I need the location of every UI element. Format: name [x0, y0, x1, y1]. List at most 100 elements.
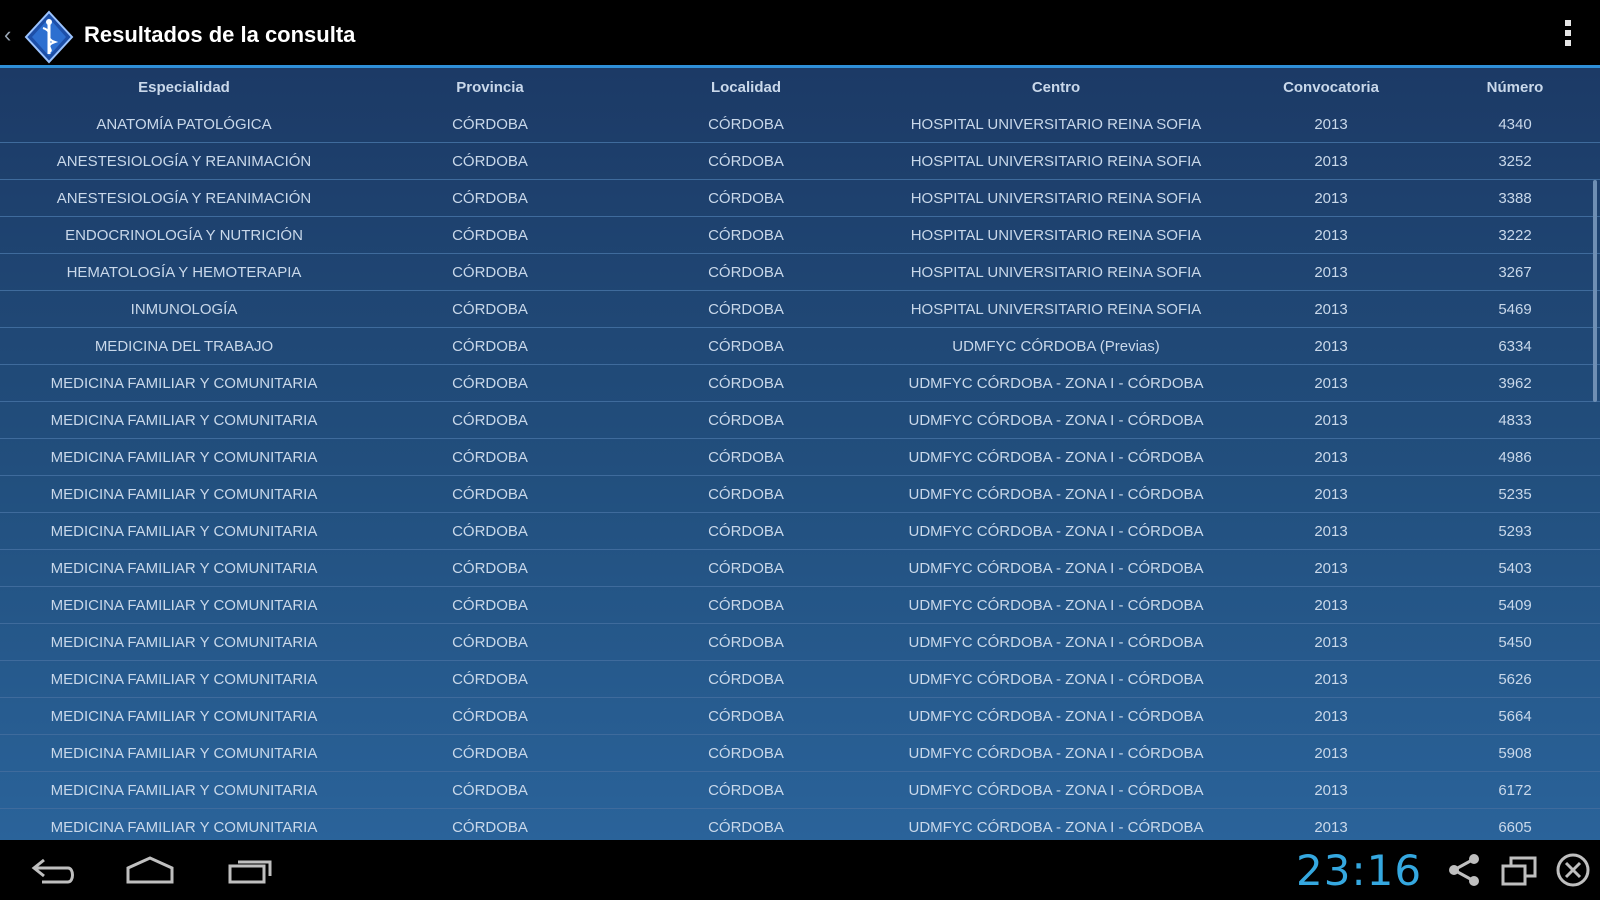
recent-apps-icon[interactable] [226, 852, 276, 888]
table-row[interactable]: MEDICINA FAMILIAR Y COMUNITARIA CÓRDOBA CÓ… [0, 364, 1600, 402]
table-row[interactable]: MEDICINA FAMILIAR Y COMUNITARIA CÓRDOBA CÓ… [0, 623, 1600, 661]
up-navigation-icon[interactable]: ‹ [4, 24, 11, 46]
cell-numero: 5626 [1430, 660, 1600, 698]
table-row[interactable]: INMUNOLOGÍA CÓRDOBA CÓRDOBA HOSPITAL UNIVER… [0, 290, 1600, 328]
scrollbar[interactable] [1593, 180, 1597, 402]
cell-localidad: CÓRDOBA [612, 734, 880, 772]
column-header-convocatoria: Convocatoria [1283, 78, 1379, 96]
cell-convocatoria: 2013 [1232, 660, 1430, 698]
cell-centro: HOSPITAL UNIVERSITARIO REINA SOFIA [880, 253, 1232, 291]
table-row[interactable]: MEDICINA DEL TRABAJO CÓRDOBA CÓRDOBA UDMFYC… [0, 327, 1600, 365]
cell-convocatoria: 2013 [1232, 327, 1430, 365]
cell-numero: 6172 [1430, 771, 1600, 809]
table-row[interactable]: MEDICINA FAMILIAR Y COMUNITARIA CÓRDOBA CÓ… [0, 401, 1600, 439]
cell-especialidad: MEDICINA FAMILIAR Y COMUNITARIA [0, 586, 368, 624]
cell-provincia: CÓRDOBA [368, 475, 612, 513]
cell-localidad: CÓRDOBA [612, 179, 880, 217]
table-row[interactable]: MEDICINA FAMILIAR Y COMUNITARIA CÓRDOBA CÓ… [0, 660, 1600, 698]
cell-especialidad: MEDICINA DEL TRABAJO [0, 327, 368, 365]
status-clock: 23:16 [1296, 846, 1423, 895]
cell-localidad: CÓRDOBA [708, 115, 784, 133]
cell-centro: UDMFYC CÓRDOBA - ZONA I - CÓRDOBA [880, 512, 1232, 550]
cell-provincia: CÓRDOBA [368, 290, 612, 328]
table-row[interactable]: MEDICINA FAMILIAR Y COMUNITARIA CÓRDOBA CÓ… [0, 475, 1600, 513]
share-icon[interactable] [1446, 852, 1482, 888]
cell-convocatoria: 2013 [1232, 771, 1430, 809]
results-table-container[interactable]: Especialidad Provincia Localidad Centro … [0, 68, 1600, 840]
cell-centro: UDMFYC CÓRDOBA - ZONA I - CÓRDOBA [880, 586, 1232, 624]
cell-numero: 5469 [1430, 290, 1600, 328]
cell-numero: 3962 [1430, 364, 1600, 402]
cell-especialidad: MEDICINA FAMILIAR Y COMUNITARIA [0, 364, 368, 402]
cell-centro: HOSPITAL UNIVERSITARIO REINA SOFIA [880, 142, 1232, 180]
cell-centro: HOSPITAL UNIVERSITARIO REINA SOFIA [880, 179, 1232, 217]
cell-provincia: CÓRDOBA [368, 734, 612, 772]
table-row[interactable]: MEDICINA FAMILIAR Y COMUNITARIA CÓRDOBA CÓ… [0, 697, 1600, 735]
cell-convocatoria: 2013 [1232, 401, 1430, 439]
table-row[interactable]: MEDICINA FAMILIAR Y COMUNITARIA CÓRDOBA CÓ… [0, 771, 1600, 809]
cell-centro: UDMFYC CÓRDOBA - ZONA I - CÓRDOBA [880, 771, 1232, 809]
window-icon[interactable] [1500, 852, 1538, 888]
cell-provincia: CÓRDOBA [368, 216, 612, 254]
cell-numero: 6605 [1430, 808, 1600, 840]
cell-especialidad: ENDOCRINOLOGÍA Y NUTRICIÓN [0, 216, 368, 254]
overflow-menu-icon[interactable] [1560, 20, 1576, 52]
back-icon[interactable] [28, 852, 76, 888]
cell-provincia: CÓRDOBA [368, 771, 612, 809]
cell-convocatoria: 2013 [1232, 179, 1430, 217]
table-row[interactable]: MEDICINA FAMILIAR Y COMUNITARIA CÓRDOBA CÓ… [0, 808, 1600, 840]
table-row[interactable]: ENDOCRINOLOGÍA Y NUTRICIÓN CÓRDOBA CÓRDOBA… [0, 216, 1600, 254]
cell-provincia: CÓRDOBA [368, 401, 612, 439]
cell-provincia: CÓRDOBA [368, 179, 612, 217]
cell-provincia: CÓRDOBA [368, 623, 612, 661]
cell-centro: UDMFYC CÓRDOBA - ZONA I - CÓRDOBA [880, 549, 1232, 587]
cell-localidad: CÓRDOBA [612, 142, 880, 180]
table-row[interactable]: MEDICINA FAMILIAR Y COMUNITARIA CÓRDOBA CÓ… [0, 586, 1600, 624]
cell-numero: 3388 [1430, 179, 1600, 217]
cell-numero: 3252 [1430, 142, 1600, 180]
medical-caduceus-logo-icon[interactable] [22, 10, 76, 64]
cell-convocatoria: 2013 [1232, 475, 1430, 513]
close-icon[interactable] [1554, 852, 1592, 888]
cell-centro: UDMFYC CÓRDOBA - ZONA I - CÓRDOBA [880, 697, 1232, 735]
table-row[interactable]: ANESTESIOLOGÍA Y REANIMACIÓN CÓRDOBA CÓRDO… [0, 142, 1600, 180]
cell-convocatoria: 2013 [1232, 216, 1430, 254]
cell-localidad: CÓRDOBA [612, 623, 880, 661]
cell-centro: HOSPITAL UNIVERSITARIO REINA SOFIA [880, 216, 1232, 254]
cell-especialidad: MEDICINA FAMILIAR Y COMUNITARIA [0, 512, 368, 550]
results-table: Especialidad Provincia Localidad Centro … [0, 68, 1600, 840]
action-bar: ‹ Resultados de la consulta [0, 0, 1600, 68]
cell-provincia: CÓRDOBA [368, 808, 612, 840]
cell-provincia: CÓRDOBA [368, 697, 612, 735]
table-row[interactable]: HEMATOLOGÍA Y HEMOTERAPIA CÓRDOBA CÓRDOBA H… [0, 253, 1600, 291]
column-header-centro: Centro [1031, 78, 1081, 96]
table-row[interactable]: MEDICINA FAMILIAR Y COMUNITARIA CÓRDOBA CÓ… [0, 512, 1600, 550]
table-row[interactable]: ANATOMÍA PATOLÓGICA CÓRDOBA CÓRDOBA HOSPITA… [0, 106, 1600, 143]
app-screen: ‹ Resultados de la consulta Especialidad… [0, 0, 1600, 900]
table-body: ANATOMÍA PATOLÓGICA CÓRDOBA CÓRDOBA HOSPITA… [0, 106, 1600, 840]
cell-numero: 3222 [1430, 216, 1600, 254]
cell-numero: 5664 [1430, 697, 1600, 735]
table-row[interactable]: ANESTESIOLOGÍA Y REANIMACIÓN CÓRDOBA CÓRDO… [0, 179, 1600, 217]
cell-localidad: CÓRDOBA [612, 549, 880, 587]
cell-convocatoria: 2013 [1314, 115, 1348, 133]
cell-especialidad: MEDICINA FAMILIAR Y COMUNITARIA [0, 734, 368, 772]
column-header-provincia: Provincia [456, 78, 524, 96]
cell-especialidad: MEDICINA FAMILIAR Y COMUNITARIA [0, 623, 368, 661]
table-row[interactable]: MEDICINA FAMILIAR Y COMUNITARIA CÓRDOBA CÓ… [0, 549, 1600, 587]
cell-localidad: CÓRDOBA [612, 364, 880, 402]
cell-especialidad: MEDICINA FAMILIAR Y COMUNITARIA [0, 771, 368, 809]
cell-convocatoria: 2013 [1232, 142, 1430, 180]
column-header-especialidad: Especialidad [138, 78, 230, 96]
cell-numero: 5403 [1430, 549, 1600, 587]
cell-provincia: CÓRDOBA [368, 364, 612, 402]
cell-provincia: CÓRDOBA [368, 586, 612, 624]
cell-localidad: CÓRDOBA [612, 438, 880, 476]
home-icon[interactable] [124, 852, 176, 888]
cell-provincia: CÓRDOBA [368, 549, 612, 587]
cell-especialidad: ANESTESIOLOGÍA Y REANIMACIÓN [0, 179, 368, 217]
cell-localidad: CÓRDOBA [612, 697, 880, 735]
table-row[interactable]: MEDICINA FAMILIAR Y COMUNITARIA CÓRDOBA CÓ… [0, 438, 1600, 476]
cell-numero: 5409 [1430, 586, 1600, 624]
table-row[interactable]: MEDICINA FAMILIAR Y COMUNITARIA CÓRDOBA CÓ… [0, 734, 1600, 772]
